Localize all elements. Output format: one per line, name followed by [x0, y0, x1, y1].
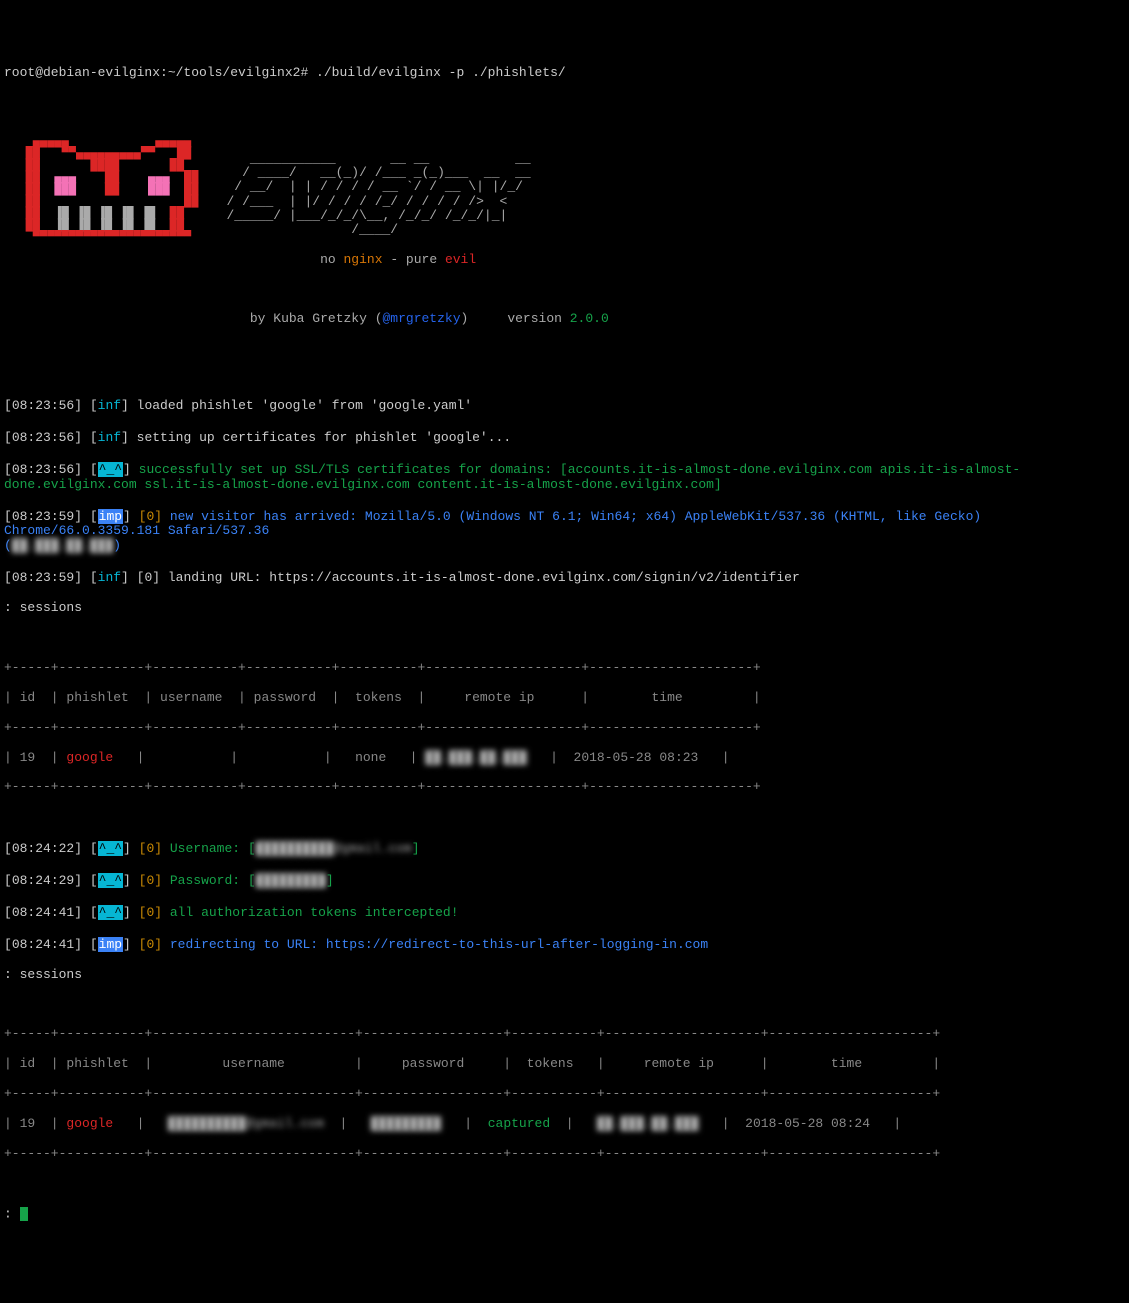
evilginx-logo-icon: ▄▄▄▄▄ ▄▄▄▄▄ ██ ▀▀▄▄▄▄▄▄▄▄▄▀▀ ██ ██ ████ …: [4, 123, 198, 243]
log-line: [08:24:22] [^_^] [0] Username: [████████…: [4, 842, 1125, 857]
table-row: | 19 | google | ██████████@gmail.com | █…: [4, 1117, 1125, 1132]
table-border: +-----+-----------+-----------+---------…: [4, 661, 1125, 676]
banner: ▄▄▄▄▄ ▄▄▄▄▄ ██ ▀▀▄▄▄▄▄▄▄▄▄▀▀ ██ ██ ████ …: [4, 123, 1125, 358]
table-border: +-----+-----------+-----------+---------…: [4, 780, 1125, 795]
ip-redacted: ██.███.██.███: [12, 538, 113, 553]
ip-redacted: ██.███.██.███: [425, 750, 526, 765]
cursor-icon: [20, 1207, 28, 1221]
table-header: | id | phishlet | username | password | …: [4, 691, 1125, 706]
table-border: +-----+-----------+-----------+---------…: [4, 721, 1125, 736]
log-line: [08:23:56] [inf] loaded phishlet 'google…: [4, 399, 1125, 414]
password-redacted: █████████: [371, 1116, 441, 1131]
log-line: [08:24:41] [imp] [0] redirecting to URL:…: [4, 938, 1125, 953]
username-redacted: ██████████@gmail.com: [168, 1116, 324, 1131]
log-line: [08:23:59] [inf] [0] landing URL: https:…: [4, 571, 1125, 586]
log-line: [08:23:59] [imp] [0] new visitor has arr…: [4, 510, 1125, 555]
shell-prompt: root@debian-evilginx:~/tools/evilginx2# …: [4, 66, 1125, 81]
sessions-cmd: : sessions: [4, 601, 1125, 616]
byline: by Kuba Gretzky (@mrgretzky) version 2.0…: [226, 312, 608, 327]
ip-redacted: ██.███.██.███: [597, 1116, 698, 1131]
log-line: [08:23:56] [inf] setting up certificates…: [4, 431, 1125, 446]
table-header: | id | phishlet | username | password | …: [4, 1057, 1125, 1072]
username-redacted: ██████████@gmail.com: [256, 841, 412, 856]
table-border: +-----+-----------+---------------------…: [4, 1147, 1125, 1162]
password-redacted: █████████: [256, 873, 326, 888]
log-line: [08:24:29] [^_^] [0] Password: [████████…: [4, 874, 1125, 889]
tagline: no nginx - pure evil: [226, 253, 608, 268]
author-handle: @mrgretzky: [383, 311, 461, 326]
title-block: ___________ __ __ __ / ____/ __(_)/ /___…: [226, 123, 608, 358]
table-row: | 19 | google | | | none | ██.███.██.███…: [4, 751, 1125, 766]
table-border: +-----+-----------+---------------------…: [4, 1087, 1125, 1102]
log-line: [08:23:56] [^_^] successfully set up SSL…: [4, 463, 1125, 493]
table-border: +-----+-----------+---------------------…: [4, 1027, 1125, 1042]
log-line: [08:24:41] [^_^] [0] all authorization t…: [4, 906, 1125, 921]
sessions-cmd: : sessions: [4, 968, 1125, 983]
prompt-line[interactable]: :: [4, 1207, 1125, 1222]
version: 2.0.0: [570, 311, 609, 326]
ascii-title: ___________ __ __ __ / ____/ __(_)/ /___…: [226, 138, 608, 238]
